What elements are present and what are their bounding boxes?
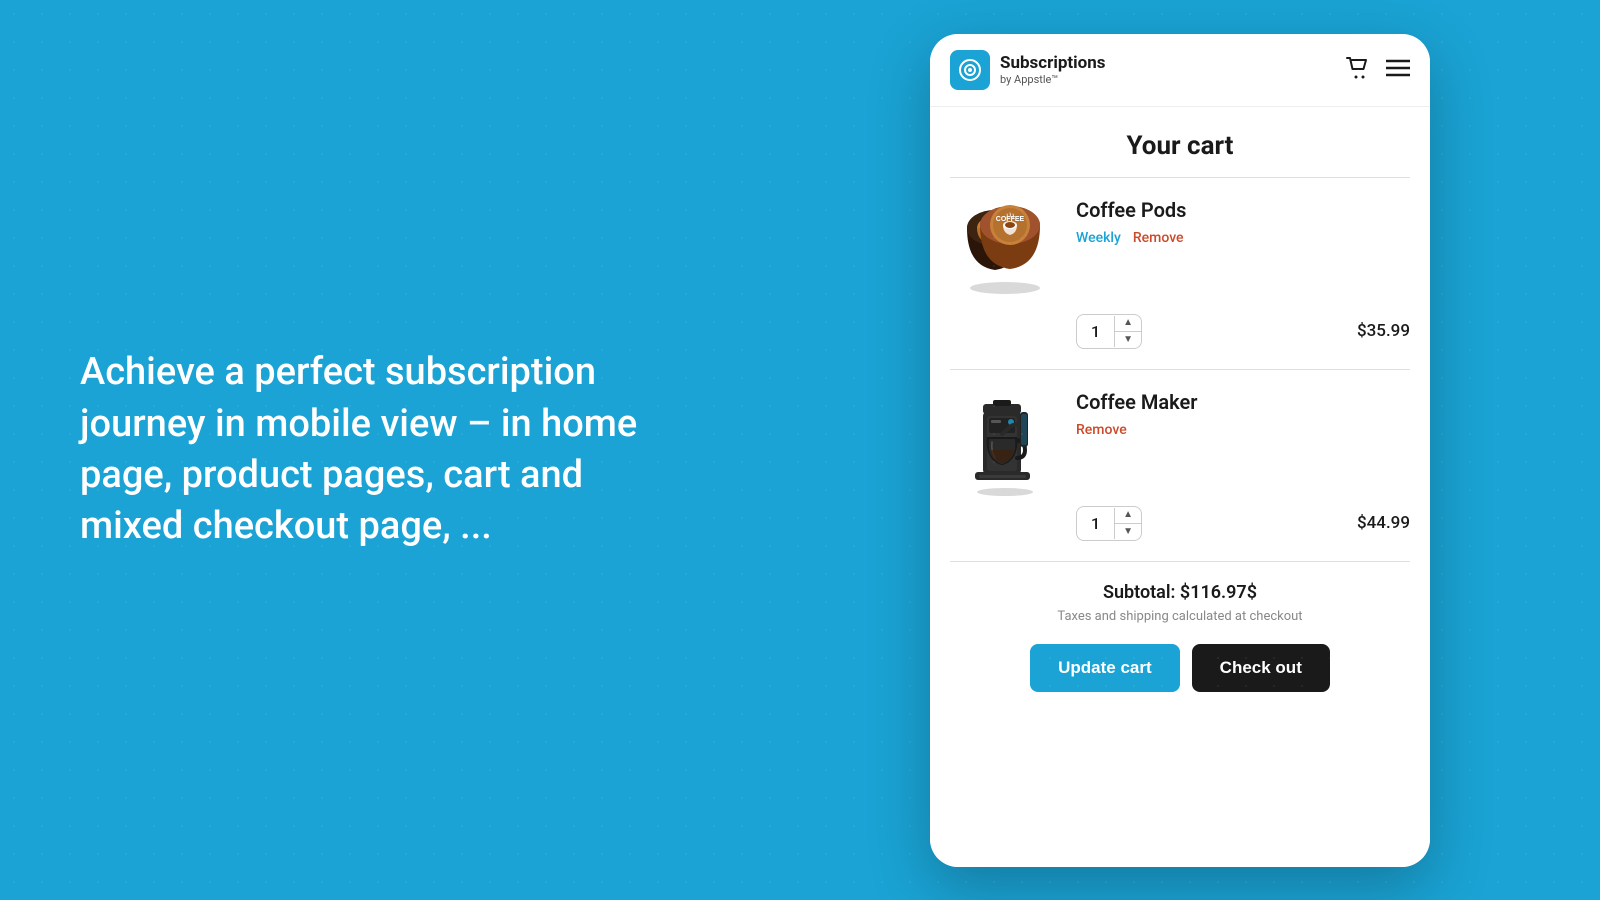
cart-item-top-1: COFFEE: [950, 198, 1410, 298]
cart-item-top-2: Coffee Maker Remove: [950, 390, 1410, 490]
qty-arrows-2: ▲ ▼: [1115, 507, 1141, 540]
logo-area: Subscriptions by Appstle™: [950, 50, 1106, 90]
item-info-2: Coffee Maker Remove: [1076, 390, 1410, 438]
left-panel: Achieve a perfect subscription journey i…: [0, 287, 760, 612]
qty-up-1[interactable]: ▲: [1115, 315, 1141, 332]
divider-bottom: [950, 561, 1410, 562]
tax-line: Taxes and shipping calculated at checkou…: [950, 609, 1410, 624]
right-panel: Subscriptions by Appstle™: [760, 4, 1600, 897]
item-tags-2: Remove: [1076, 422, 1410, 438]
cart-summary: Subtotal: $116.97$ Taxes and shipping ca…: [930, 562, 1430, 708]
subtotal-line: Subtotal: $116.97$: [950, 582, 1410, 603]
cart-body: Your cart: [930, 107, 1430, 867]
update-cart-button[interactable]: Update cart: [1030, 644, 1180, 692]
cart-item-coffee-pods: COFFEE: [930, 178, 1430, 369]
qty-down-1[interactable]: ▼: [1115, 332, 1141, 348]
item-name-2: Coffee Maker: [1076, 390, 1410, 414]
mobile-frame: Subscriptions by Appstle™: [930, 34, 1430, 867]
cart-title: Your cart: [930, 107, 1430, 177]
qty-arrows-1: ▲ ▼: [1115, 315, 1141, 348]
logo-text: Subscriptions by Appstle™: [1000, 53, 1106, 87]
cart-icon-button[interactable]: [1346, 57, 1370, 83]
checkout-button[interactable]: Check out: [1192, 644, 1330, 692]
brand-name: Subscriptions: [1000, 53, 1106, 73]
header-icons: [1346, 57, 1410, 83]
divider-mid: [950, 369, 1410, 370]
cart-item-bottom-1: 1 ▲ ▼ $35.99: [1076, 314, 1410, 349]
item-price-1: $35.99: [1357, 321, 1410, 341]
svg-text:COFFEE: COFFEE: [996, 216, 1025, 223]
hero-text: Achieve a perfect subscription journey i…: [80, 347, 680, 552]
divider-top: [950, 177, 1410, 178]
cart-item-bottom-2: 1 ▲ ▼ $44.99: [1076, 506, 1410, 541]
item-price-2: $44.99: [1357, 513, 1410, 533]
tag-weekly[interactable]: Weekly: [1076, 230, 1121, 246]
menu-icon-button[interactable]: [1386, 59, 1410, 81]
qty-down-2[interactable]: ▼: [1115, 524, 1141, 540]
app-header: Subscriptions by Appstle™: [930, 34, 1430, 107]
item-tags-1: Weekly Remove: [1076, 230, 1410, 246]
qty-value-2: 1: [1077, 508, 1115, 539]
cart-actions: Update cart Check out: [950, 644, 1410, 692]
qty-control-2[interactable]: 1 ▲ ▼: [1076, 506, 1142, 541]
qty-control-1[interactable]: 1 ▲ ▼: [1076, 314, 1142, 349]
qty-value-1: 1: [1077, 316, 1115, 347]
app-logo-icon: [950, 50, 990, 90]
coffee-pods-image: COFFEE: [950, 198, 1060, 298]
tag-remove-1[interactable]: Remove: [1133, 230, 1184, 246]
qty-up-2[interactable]: ▲: [1115, 507, 1141, 524]
coffee-maker-image: [950, 390, 1060, 490]
brand-byline: by Appstle™: [1000, 73, 1106, 86]
cart-item-coffee-maker: Coffee Maker Remove 1 ▲ ▼ $44.99: [930, 370, 1430, 561]
tag-remove-2[interactable]: Remove: [1076, 422, 1127, 438]
item-name-1: Coffee Pods: [1076, 198, 1410, 222]
item-info-1: Coffee Pods Weekly Remove: [1076, 198, 1410, 246]
